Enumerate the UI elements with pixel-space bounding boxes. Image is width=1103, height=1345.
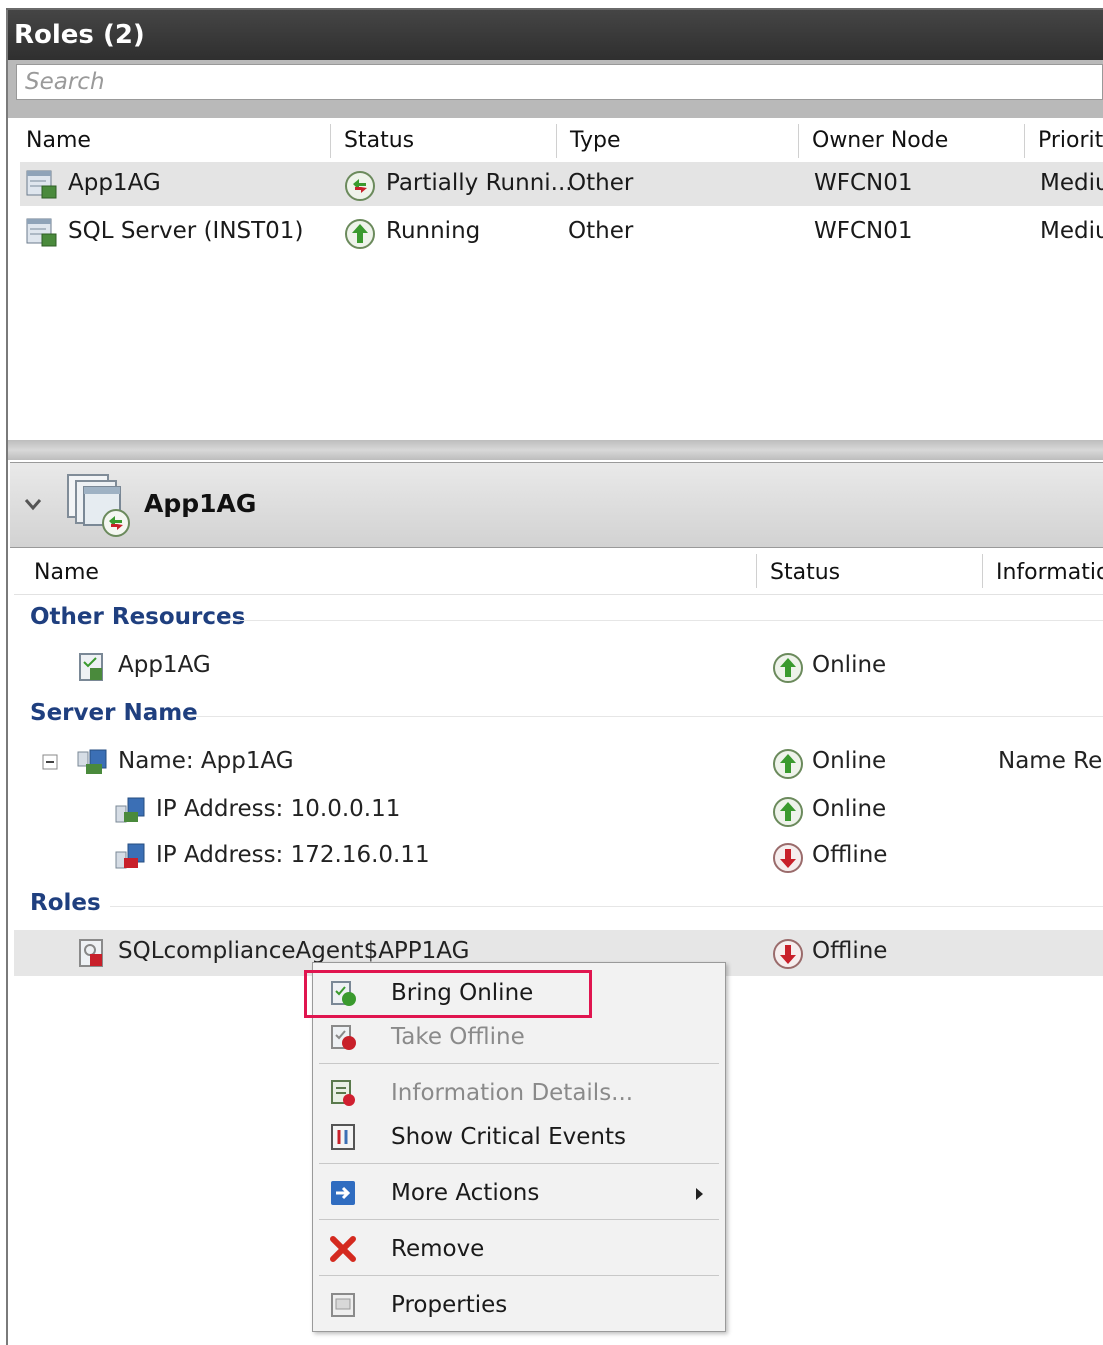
section-divider (230, 620, 1103, 621)
resource-name: IP Address: 10.0.0.11 (156, 796, 401, 822)
list-item[interactable]: IP Address: 10.0.0.11 Online (14, 788, 1103, 834)
panel-title: Roles (2) (14, 20, 145, 50)
role-large-icon (67, 474, 130, 537)
resource-name: App1AG (118, 652, 211, 678)
resource-status: Offline (812, 842, 888, 868)
pane-splitter[interactable] (8, 440, 1103, 460)
ip-address-icon (115, 843, 145, 869)
role-type: Other (568, 170, 634, 196)
role-owner-node: WFCN01 (814, 170, 913, 196)
resource-name: IP Address: 172.16.0.11 (156, 842, 430, 868)
resource-name: Name: App1AG (118, 748, 294, 774)
role-status: Running (386, 218, 481, 244)
menu-separator (319, 1219, 719, 1220)
remove-icon (330, 1236, 356, 1262)
highlight-box (304, 970, 592, 1018)
list-item[interactable]: IP Address: 172.16.0.11 Offline (14, 834, 1103, 880)
table-row[interactable]: SQL Server (INST01) Running Other WFCN01… (20, 210, 1103, 254)
list-item[interactable]: App1AG Online (14, 644, 1103, 690)
menu-item-label: Remove (391, 1236, 485, 1262)
generic-service-icon (79, 939, 103, 967)
section-server-name: Server Name (30, 700, 198, 726)
list-item[interactable]: Name: App1AG Online Name Res (14, 740, 1103, 786)
menu-item-label: Information Details... (391, 1080, 634, 1106)
menu-item-label: Properties (391, 1292, 508, 1318)
detail-pane-header: App1AG (10, 462, 1103, 548)
menu-item-remove[interactable]: Remove (313, 1227, 725, 1273)
network-name-icon (77, 749, 107, 774)
section-other-resources: Other Resources (30, 604, 246, 630)
role-icon (26, 218, 57, 247)
menu-item-label: Take Offline (391, 1024, 525, 1050)
online-status-icon (773, 797, 803, 827)
menu-item-label: More Actions (391, 1180, 540, 1206)
offline-status-icon (773, 843, 803, 873)
information-details-icon (331, 1080, 355, 1106)
menu-separator (319, 1163, 719, 1164)
menu-item-label: Show Critical Events (391, 1124, 626, 1150)
detail-col-header-status[interactable]: Status (770, 560, 840, 585)
search-box[interactable] (16, 64, 1103, 100)
menu-item-information-details[interactable]: Information Details... (313, 1071, 725, 1117)
more-actions-icon (331, 1181, 355, 1205)
resource-name: SQLcomplianceAgent$APP1AG (118, 938, 470, 964)
resource-status: Online (812, 796, 887, 822)
critical-events-icon (331, 1124, 355, 1150)
detail-table-header (14, 548, 1103, 595)
role-icon (26, 170, 57, 199)
section-roles: Roles (30, 890, 101, 916)
properties-icon (331, 1293, 355, 1317)
role-name: SQL Server (INST01) (68, 218, 304, 244)
resource-status: Offline (812, 938, 888, 964)
column-separator[interactable] (330, 124, 331, 158)
menu-item-show-critical-events[interactable]: Show Critical Events (313, 1115, 725, 1161)
col-header-priority[interactable]: Priority (1038, 128, 1103, 153)
online-status-icon (773, 749, 803, 779)
partially-running-status-icon (345, 171, 375, 201)
running-status-icon (345, 219, 375, 249)
menu-separator (319, 1275, 719, 1276)
ip-address-icon (115, 797, 145, 823)
offline-status-icon (773, 939, 803, 969)
role-owner-node: WFCN01 (814, 218, 913, 244)
chevron-down-icon[interactable] (22, 493, 44, 515)
col-header-owner-node[interactable]: Owner Node (812, 128, 948, 153)
role-status: Partially Runni... (386, 170, 573, 196)
column-separator[interactable] (982, 554, 983, 588)
submenu-arrow-icon (696, 1188, 703, 1200)
menu-item-more-actions[interactable]: More Actions (313, 1171, 725, 1217)
menu-item-take-offline[interactable]: Take Offline (313, 1015, 725, 1061)
take-offline-icon (331, 1025, 356, 1050)
section-divider (110, 906, 1103, 907)
menu-separator (319, 1063, 719, 1064)
resource-icon (79, 653, 103, 681)
role-name: App1AG (68, 170, 161, 196)
col-header-status[interactable]: Status (344, 128, 414, 153)
column-separator[interactable] (798, 124, 799, 158)
role-type: Other (568, 218, 634, 244)
collapse-icon[interactable] (42, 754, 60, 772)
col-header-type[interactable]: Type (570, 128, 621, 153)
resource-status: Online (812, 652, 887, 678)
online-status-icon (773, 653, 803, 683)
resource-information: Name Res (998, 748, 1103, 774)
column-separator[interactable] (756, 554, 757, 588)
menu-item-properties[interactable]: Properties (313, 1283, 725, 1329)
col-header-name[interactable]: Name (26, 128, 91, 153)
column-separator[interactable] (556, 124, 557, 158)
section-divider (190, 716, 1103, 717)
table-row[interactable]: App1AG Partially Runni... Other WFCN01 M… (20, 162, 1103, 206)
detail-title: App1AG (144, 489, 257, 518)
role-priority: Mediu (1040, 218, 1103, 244)
role-priority: Mediu (1040, 170, 1103, 196)
search-input[interactable] (17, 65, 1102, 99)
detail-col-header-information[interactable]: Information (996, 560, 1103, 585)
resource-status: Online (812, 748, 887, 774)
window-border-left (6, 8, 8, 1345)
column-separator[interactable] (1024, 124, 1025, 158)
roles-panel-header: Roles (2) (8, 10, 1103, 60)
detail-col-header-name[interactable]: Name (34, 560, 99, 585)
